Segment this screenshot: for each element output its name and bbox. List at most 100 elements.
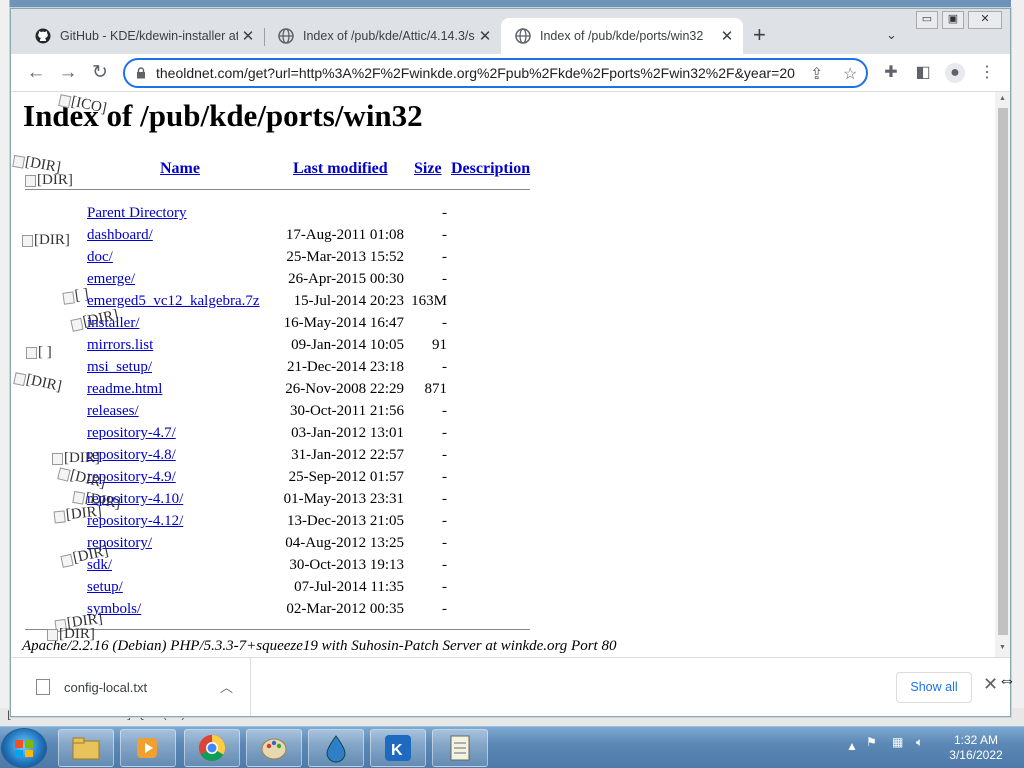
tab-win32[interactable]: Index of /pub/kde/ports/win32 ✕ [501, 18, 743, 54]
bookmark-star-icon[interactable]: ☆ [843, 64, 857, 84]
tab-attic[interactable]: Index of /pub/kde/Attic/4.14.3/sr ✕ [264, 18, 501, 54]
entry-modified: 30-Oct-2013 19:13 [289, 557, 404, 573]
volume-icon[interactable]: 🔈︎ [916, 735, 923, 750]
profile-avatar-icon[interactable]: ● [945, 63, 965, 83]
forward-icon[interactable]: → [56, 61, 80, 85]
share-icon[interactable]: ⇪ [810, 64, 823, 84]
table-row: doc/25-Mar-2013 15:52 - [11, 246, 991, 268]
clock-date: 3/16/2022 [949, 748, 1003, 762]
start-button[interactable] [1, 728, 47, 768]
entry-modified: 03-Jan-2012 13:01 [291, 425, 404, 441]
entry-link[interactable]: releases/ [87, 400, 139, 422]
show-all-button[interactable]: Show all [896, 672, 972, 703]
system-clock[interactable]: 1:32 AM 3/16/2022 [940, 733, 1012, 763]
entry-modified: 01-May-2013 23:31 [283, 491, 404, 507]
table-row: repository-4.10/01-May-2013 23:31- [11, 488, 991, 510]
entry-link[interactable]: setup/ [87, 576, 123, 598]
chrome-taskbar-button[interactable] [184, 729, 240, 767]
entry-modified: 26-Apr-2015 00:30 [288, 271, 404, 287]
network-icon[interactable]: ▦ [892, 735, 903, 749]
resize-cursor-icon: ⇔ [998, 670, 1016, 690]
kde-logo-icon: K [385, 735, 411, 761]
table-row: repository-4.7/03-Jan-2012 13:01 - [11, 422, 991, 444]
window-close-button[interactable]: ✕ [968, 11, 1002, 29]
maximize-button[interactable]: ▣ [942, 11, 964, 29]
entry-size: - [442, 447, 447, 463]
folder-icon [72, 737, 100, 760]
chevron-down-icon[interactable]: ⌄ [886, 27, 897, 43]
new-tab-icon[interactable]: + [753, 24, 766, 46]
toolbar: ← → ↻ theoldnet.com/get?url=http%3A%2F%2… [11, 54, 1010, 92]
entry-size: - [442, 359, 447, 375]
table-row: repository-4.12/13-Dec-2013 21:05- [11, 510, 991, 532]
notepad-taskbar-button[interactable] [432, 729, 488, 767]
scroll-down-icon[interactable]: ▼ [999, 644, 1006, 651]
entry-link[interactable]: repository-4.8/ [87, 444, 176, 466]
close-icon[interactable]: ✕ [717, 27, 737, 45]
tab-title: Index of /pub/kde/Attic/4.14.3/sr [303, 29, 475, 43]
broken-image-icon: [DIR] [47, 626, 95, 643]
entry-modified: 04-Aug-2012 13:25 [285, 535, 404, 551]
address-bar[interactable]: theoldnet.com/get?url=http%3A%2F%2Fwinkd… [123, 58, 868, 88]
chevron-up-icon[interactable]: ︿ [220, 677, 233, 696]
download-filename: config-local.txt [64, 679, 148, 695]
close-icon[interactable]: ✕ [238, 27, 258, 45]
entry-modified: 17-Aug-2011 01:08 [285, 227, 404, 243]
server-signature: Apache/2.2.16 (Debian) PHP/5.3.3-7+squee… [22, 638, 617, 654]
entry-size: - [442, 513, 447, 529]
broken-image-icon: [DIR] [22, 232, 70, 249]
media-player-taskbar-button[interactable] [120, 729, 176, 767]
file-icon [36, 679, 50, 695]
download-item[interactable]: config-local.txt ︿ [11, 658, 251, 716]
entry-modified: 02-Mar-2012 00:35 [286, 601, 404, 617]
entry-modified: 09-Jan-2014 10:05 [291, 337, 404, 353]
reload-icon[interactable]: ↻ [88, 61, 112, 85]
entry-link[interactable]: mirrors.list [87, 334, 153, 356]
table-row: repository-4.8/31-Jan-2012 22:57 - [11, 444, 991, 466]
browser-window: GitHub - KDE/kdewin-installer at ✕ Index… [10, 8, 1011, 717]
table-row: releases/30-Oct-2011 21:56 - [11, 400, 991, 422]
scroll-up-icon[interactable]: ▲ [999, 95, 1006, 102]
scrollbar-thumb[interactable] [998, 108, 1008, 635]
water-drop-icon [326, 735, 346, 763]
vertical-scrollbar[interactable]: ▲ ▼ [995, 92, 1010, 657]
show-hidden-icons-icon[interactable]: ▲ [846, 739, 858, 753]
tab-github[interactable]: GitHub - KDE/kdewin-installer at ✕ [21, 18, 264, 54]
side-panel-icon[interactable]: ◧ [913, 63, 933, 83]
close-icon[interactable]: ✕ [983, 674, 998, 695]
entry-link[interactable]: repository-4.7/ [87, 422, 176, 444]
lock-icon [137, 67, 145, 79]
globe-icon [515, 28, 531, 44]
kde-taskbar-button[interactable]: K [370, 729, 426, 767]
entry-link[interactable]: doc/ [87, 246, 113, 268]
entry-modified: 25-Sep-2012 01:57 [288, 469, 404, 485]
entry-link[interactable]: msi_setup/ [87, 356, 152, 378]
column-header-size[interactable]: Size [414, 160, 442, 178]
close-icon[interactable]: ✕ [475, 27, 495, 45]
network-warning-icon[interactable]: ⚑ [866, 735, 877, 749]
entry-link[interactable]: dashboard/ [87, 224, 153, 246]
minimize-button[interactable]: ▭ [916, 11, 938, 29]
download-shelf: config-local.txt ︿ Show all ✕ [11, 657, 1010, 716]
entry-link[interactable]: Parent Directory [87, 202, 187, 224]
explorer-taskbar-button[interactable] [58, 729, 114, 767]
tab-strip: GitHub - KDE/kdewin-installer at ✕ Index… [11, 9, 1010, 54]
taskbar: K ▲ ⚑ ▦ 🔈︎ 1:32 AM 3/16/2022 [0, 726, 1024, 768]
entry-link[interactable]: readme.html [87, 378, 162, 400]
entry-size: - [442, 469, 447, 485]
github-icon [35, 28, 51, 44]
kebab-menu-icon[interactable]: ⋮ [977, 63, 997, 83]
entry-modified: 15-Jul-2014 20:23 [293, 293, 404, 309]
column-header-description[interactable]: Description [451, 160, 530, 178]
table-row: emerge/26-Apr-2015 00:30 - [11, 268, 991, 290]
column-header-last-modified[interactable]: Last modified [293, 160, 388, 178]
paint-taskbar-button[interactable] [246, 729, 302, 767]
column-header-name[interactable]: Name [160, 160, 200, 178]
clock-time: 1:32 AM [953, 733, 999, 747]
entry-link[interactable]: emerge/ [87, 268, 135, 290]
back-icon[interactable]: ← [24, 61, 48, 85]
table-row: readme.html 26-Nov-2008 22:29 871 [11, 378, 991, 400]
app-drop-taskbar-button[interactable] [308, 729, 364, 767]
extensions-icon[interactable]: ✚ [881, 63, 901, 83]
entry-modified: 16-May-2014 16:47 [283, 315, 404, 331]
